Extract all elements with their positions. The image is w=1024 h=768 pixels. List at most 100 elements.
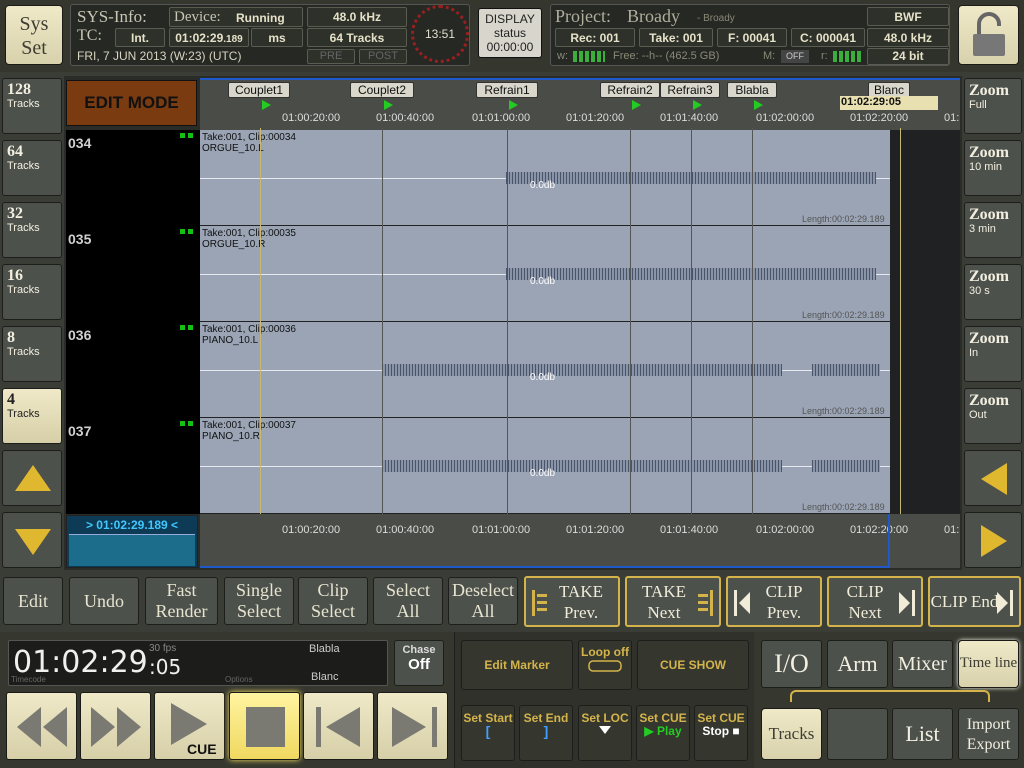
deselect-all-button[interactable]: Deselect All	[448, 577, 518, 625]
bottom-ruler[interactable]: 01:00:20:00 01:00:40:00 01:01:00:00 01:0…	[200, 514, 960, 568]
clip-next-button[interactable]: CLIP Next	[827, 576, 923, 627]
zoom-30s-button[interactable]: Zoom 30 s	[964, 264, 1022, 320]
set-loc-button[interactable]: Set LOC	[578, 705, 632, 761]
overview-bar	[69, 534, 195, 566]
scroll-down-button[interactable]	[2, 512, 62, 568]
clip-prev-button[interactable]: CLIP Prev.	[726, 576, 822, 627]
timeline-ruler[interactable]: Couplet1 Couplet2 Refrain1 Refrain2 Refr…	[200, 78, 960, 130]
undo-button[interactable]: Undo	[69, 577, 139, 625]
marker-refrain2[interactable]: Refrain2	[600, 82, 660, 98]
marker-couplet2[interactable]: Couplet2	[350, 82, 414, 98]
single-select-button[interactable]: Single Select	[224, 577, 294, 625]
set-cue-stop-label: Set CUE	[697, 711, 745, 725]
scroll-up-button[interactable]	[2, 450, 62, 506]
display-status-button[interactable]: DISPLAY status 00:00:00	[478, 8, 542, 58]
edit-button[interactable]: Edit	[3, 577, 63, 625]
clip-036[interactable]: Take:001, Clip:00036 PIANO_10.L 0.0db Le…	[200, 322, 890, 418]
clip-select-button[interactable]: Clip Select	[298, 577, 368, 625]
date-display: FRI, 7 JUN 2013 (W:23) (UTC)	[77, 49, 242, 63]
zoom-3min-button[interactable]: Zoom 3 min	[964, 202, 1022, 258]
arm-button[interactable]: Arm	[827, 640, 888, 688]
edit-marker-button[interactable]: Edit Marker	[461, 640, 573, 690]
track-led	[180, 325, 185, 330]
mixer-button[interactable]: Mixer	[892, 640, 953, 688]
zoom-full-title: Zoom	[969, 82, 1009, 99]
clip-037[interactable]: Take:001, Clip:00037 PIANO_10.R 0.0db Le…	[200, 418, 890, 514]
sys-set-button[interactable]: Sys Set	[5, 5, 63, 65]
flag-icon	[384, 100, 393, 110]
io-button[interactable]: I/O	[761, 640, 822, 688]
ruler-tick: 01:01:00:00	[472, 524, 531, 536]
sys-set-label: Sys Set	[19, 13, 49, 59]
m-toggle[interactable]: OFF	[781, 50, 809, 63]
fast-forward-icon	[91, 707, 141, 747]
zoom-in-button[interactable]: Zoom In	[964, 326, 1022, 382]
lock-button[interactable]	[958, 5, 1019, 65]
clip-034[interactable]: Take:001, Clip:00034 ORGUE_10.L 0.0db Le…	[200, 130, 890, 226]
f-display: F: 00041	[717, 28, 787, 47]
set-cue-play-button[interactable]: Set CUE ▶ Play	[636, 705, 690, 761]
loop-button[interactable]: Loop off	[578, 640, 632, 690]
set-cue-stop-button[interactable]: Set CUE Stop ■	[694, 705, 748, 761]
set-end-button[interactable]: Set End ]	[519, 705, 573, 761]
import-export-button[interactable]: Import Export	[958, 708, 1019, 760]
scroll-right-button[interactable]	[964, 512, 1022, 568]
marker-refrain1[interactable]: Refrain1	[476, 82, 538, 98]
tracks-128-button[interactable]: 128 Tracks	[2, 78, 62, 134]
cue-label: CUE	[187, 741, 217, 757]
clip-info: Take:001, Clip:00034	[202, 132, 296, 143]
zoom-10min-label: 10 min	[969, 161, 1003, 173]
set-start-button[interactable]: Set Start [	[461, 705, 515, 761]
clip-035[interactable]: Take:001, Clip:00035 ORGUE_10.R 0.0db Le…	[200, 226, 890, 322]
list-button[interactable]: List	[892, 708, 953, 760]
chase-button[interactable]: Chase Off	[394, 640, 444, 686]
project-rate-display: 48.0 kHz	[867, 28, 949, 47]
track-header-034[interactable]: 034	[66, 130, 200, 226]
track-header-035[interactable]: 035	[66, 226, 200, 322]
select-all-button[interactable]: Select All	[373, 577, 443, 625]
tracks-view-button[interactable]: Tracks	[761, 708, 822, 760]
tracks-8-button[interactable]: 8 Tracks	[2, 326, 62, 382]
fast-forward-button[interactable]	[80, 692, 151, 760]
timeline-button[interactable]: Time line	[958, 640, 1019, 688]
tracks-4-button[interactable]: 4 Tracks	[2, 388, 62, 444]
pre-button[interactable]: PRE	[307, 49, 355, 64]
next-button[interactable]	[377, 692, 448, 760]
zoom-10min-button[interactable]: Zoom 10 min	[964, 140, 1022, 196]
stop-button[interactable]	[229, 692, 300, 760]
ruler-tick: 01:	[944, 524, 960, 536]
tracks-16-button[interactable]: 16 Tracks	[2, 264, 62, 320]
zoom-full-button[interactable]: Zoom Full	[964, 78, 1022, 134]
marker-prev-label: Blabla	[309, 643, 340, 655]
tracks-64-button[interactable]: 64 Tracks	[2, 140, 62, 196]
ruler-tick: 01:02:20:00	[850, 524, 909, 536]
marker-refrain3[interactable]: Refrain3	[660, 82, 720, 98]
clip-end-button[interactable]: CLIP End	[928, 576, 1021, 627]
empty-view-button[interactable]	[827, 708, 888, 760]
previous-button[interactable]	[303, 692, 374, 760]
tracks-32-button[interactable]: 32 Tracks	[2, 202, 62, 258]
marker-blabla[interactable]: Blabla	[727, 82, 777, 98]
post-button[interactable]: POST	[359, 49, 407, 64]
loop-icon	[588, 660, 622, 672]
overview-panel[interactable]: > 01:02:29.189 <	[66, 515, 198, 568]
scroll-left-button[interactable]	[964, 450, 1022, 506]
play-cue-button[interactable]: CUE	[154, 692, 225, 760]
cue-show-button[interactable]: CUE SHOW	[637, 640, 749, 690]
clip-end-icon	[997, 590, 1013, 616]
take-display: Take: 001	[639, 28, 713, 47]
tracks-32-label: Tracks	[7, 222, 40, 234]
display-time: 00:00:00	[486, 40, 534, 54]
track-header-037[interactable]: 037	[66, 418, 200, 514]
zoom-out-button[interactable]: Zoom Out	[964, 388, 1022, 444]
fast-render-button[interactable]: Fast Render	[145, 577, 218, 625]
take-next-button[interactable]: TAKE Next	[625, 576, 721, 627]
ruler-tick: 01:00:20:00	[282, 112, 341, 124]
rewind-button[interactable]	[6, 692, 77, 760]
zoom-30s-title: Zoom	[969, 268, 1009, 285]
take-prev-button[interactable]: TAKE Prev.	[524, 576, 620, 627]
timecode-display[interactable]: 01:02:29 :05 30 fps Timecode Options Bla…	[8, 640, 388, 686]
marker-couplet1[interactable]: Couplet1	[228, 82, 290, 98]
zoom-3min-title: Zoom	[969, 206, 1009, 223]
track-header-036[interactable]: 036	[66, 322, 200, 418]
